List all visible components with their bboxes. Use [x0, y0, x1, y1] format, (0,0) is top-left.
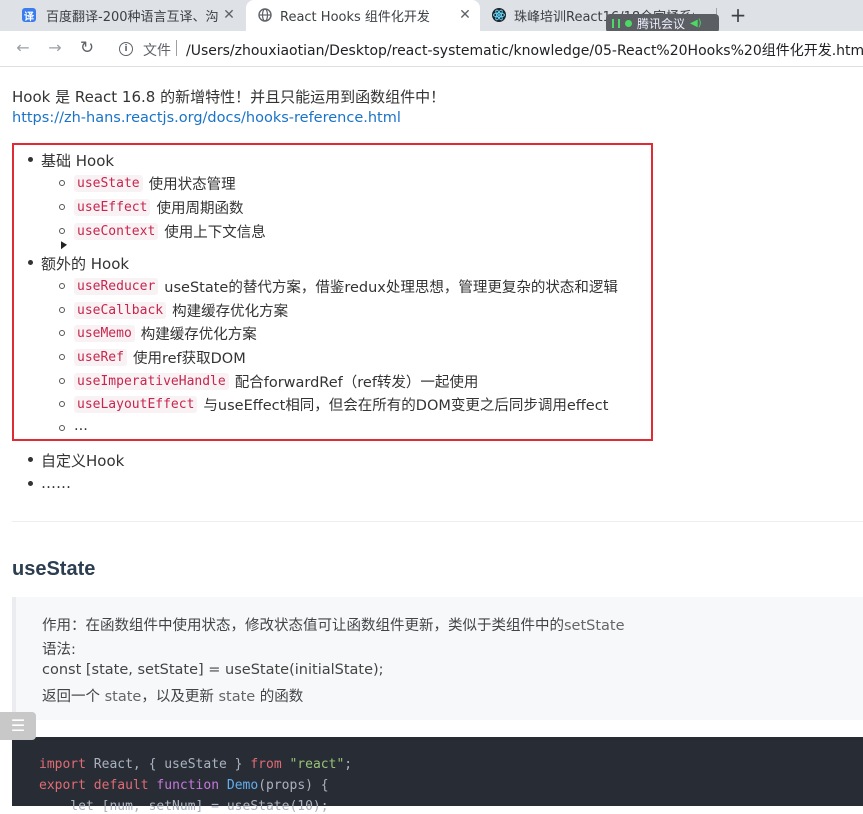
item-desc: 使用状态管理 — [148, 177, 236, 193]
returns-e: 的函数 — [255, 689, 304, 705]
list-item: useCallback 构建缓存优化方案 — [58, 300, 289, 321]
list-item-additional-hook: 额外的 Hook — [27, 255, 130, 273]
scheme-label: 文件 — [143, 43, 171, 59]
item-desc: 使用ref获取DOM — [132, 351, 246, 367]
forward-button[interactable]: → — [45, 38, 65, 58]
returns-a: 返回一个 — [42, 689, 105, 705]
list-item-more: …… — [28, 474, 71, 492]
tab-baidu-translate[interactable]: 译 百度翻译-200种语言互译、沟通 ✕ — [0, 0, 244, 31]
kw-from: from — [250, 757, 282, 772]
inline-code: useState — [74, 175, 143, 192]
list-item: ... — [59, 418, 88, 434]
url-divider — [176, 40, 177, 56]
tab-title: React Hooks 组件化开发 — [280, 10, 430, 25]
code-text: ; — [344, 757, 353, 772]
code-fn-name: Demo — [219, 778, 259, 793]
code-block: import React, { useState } from "react";… — [12, 737, 863, 814]
tab-strip: 译 百度翻译-200种语言互译、沟通 ✕ React Hooks 组件化开发 ✕… — [0, 0, 863, 33]
address-bar: ← → ↻ i 文件 /Users/zhouxiaotian/Desktop/r… — [0, 31, 863, 67]
kw-default: default — [85, 778, 157, 793]
back-button[interactable]: ← — [13, 38, 33, 58]
purpose-text: 作用：在函数组件中使用状态，修改状态值可让函数组件更新，类似于类组件中的 — [42, 618, 564, 634]
returns-c: ，以及更新 — [141, 689, 219, 705]
tab-title: 百度翻译-200种语言互译、沟通 — [46, 10, 218, 25]
code-text: React, { useState } — [85, 757, 251, 772]
globe-icon — [258, 8, 272, 22]
section-title: useState — [12, 558, 96, 580]
toc-icon[interactable]: ☰ — [0, 712, 36, 740]
baidu-translate-icon: 译 — [22, 8, 36, 23]
description-syntax: const [state, setState] = useState(initi… — [42, 662, 384, 678]
list-item: useState 使用状态管理 — [59, 173, 236, 194]
hooks-reference-link[interactable]: https://zh-hans.reactjs.org/docs/hooks-r… — [12, 110, 401, 126]
description-purpose: 作用：在函数组件中使用状态，修改状态值可让函数组件更新，类似于类组件中的setS… — [42, 614, 625, 635]
code-line-2: export default function Demo(props) { — [39, 778, 329, 793]
item-desc: ... — [74, 418, 88, 434]
divider — [12, 521, 863, 522]
list-item-custom-hook: 自定义Hook — [27, 452, 125, 470]
code-string: "react" — [289, 757, 345, 772]
item-desc: 配合forwardRef（ref转发）一起使用 — [234, 375, 479, 391]
kw-export: export — [39, 778, 86, 793]
close-icon[interactable]: ✕ — [456, 6, 474, 24]
inline-code: useImperativeHandle — [74, 373, 229, 390]
inline-code: useEffect — [74, 199, 151, 216]
list-item: useContext 使用上下文信息 — [59, 221, 266, 242]
code-text: (props) { — [258, 778, 329, 793]
purpose-setstate: setState — [564, 618, 625, 634]
description-syntax-label: 语法: — [42, 642, 76, 658]
usestate-description-block: 作用：在函数组件中使用状态，修改状态值可让函数组件更新，类似于类组件中的setS… — [12, 597, 863, 720]
description-returns: 返回一个 state，以及更新 state 的函数 — [42, 685, 303, 706]
speaker-icon: ◀) — [690, 18, 702, 29]
list-item: useReducer useState的替代方案，借鉴redux处理思想，管理更… — [59, 276, 618, 297]
item-desc: 构建缓存优化方案 — [140, 327, 257, 343]
info-icon[interactable]: i — [119, 42, 133, 56]
inline-code: useCallback — [74, 302, 167, 319]
url-field[interactable]: /Users/zhouxiaotian/Desktop/react-system… — [186, 40, 863, 60]
reload-button[interactable]: ↻ — [77, 38, 97, 58]
item-desc: 与useEffect相同，但会在所有的DOM变更之后同步调用effect — [203, 398, 609, 414]
item-desc: 使用周期函数 — [156, 201, 244, 217]
returns-state-2: state — [218, 689, 256, 705]
tab-react-hooks[interactable]: React Hooks 组件化开发 ✕ — [246, 0, 480, 31]
list-item: useImperativeHandle 配合forwardRef（ref转发）一… — [58, 371, 479, 392]
new-tab-button[interactable]: + — [727, 3, 749, 27]
list-item-basic-hook: 基础 Hook — [27, 152, 115, 170]
kw-import: import — [39, 757, 86, 772]
close-icon[interactable]: ✕ — [220, 6, 238, 24]
returns-state: state — [104, 689, 142, 705]
code-line-1: import React, { useState } from "react"; — [39, 757, 352, 772]
signal-icon — [612, 19, 620, 28]
item-desc: useState的替代方案，借鉴redux处理思想，管理更复杂的状态和逻辑 — [164, 280, 618, 296]
react-icon — [492, 8, 506, 22]
inline-code: useContext — [74, 223, 159, 240]
list-item: useRef 使用ref获取DOM — [59, 347, 246, 368]
recording-dot-icon — [625, 20, 632, 27]
kw-function: function — [156, 778, 220, 793]
inline-code: useMemo — [74, 325, 135, 342]
intro-text: Hook 是 React 16.8 的新增特性！并且只能运用到函数组件中！ — [12, 88, 446, 106]
list-item: useEffect 使用周期函数 — [58, 197, 244, 218]
code-line-3: let [num, setNum] = useState(10); — [39, 799, 329, 814]
inline-code: useLayoutEffect — [74, 396, 198, 413]
inline-code: useReducer — [74, 278, 159, 295]
list-item: useLayoutEffect 与useEffect相同，但会在所有的DOM变更… — [58, 394, 609, 415]
inline-code: useRef — [74, 349, 127, 366]
item-desc: 构建缓存优化方案 — [172, 304, 289, 320]
meeting-label: 腾讯会议 — [637, 17, 686, 31]
list-item: useMemo 构建缓存优化方案 — [59, 323, 257, 344]
item-desc: 使用上下文信息 — [164, 225, 266, 241]
